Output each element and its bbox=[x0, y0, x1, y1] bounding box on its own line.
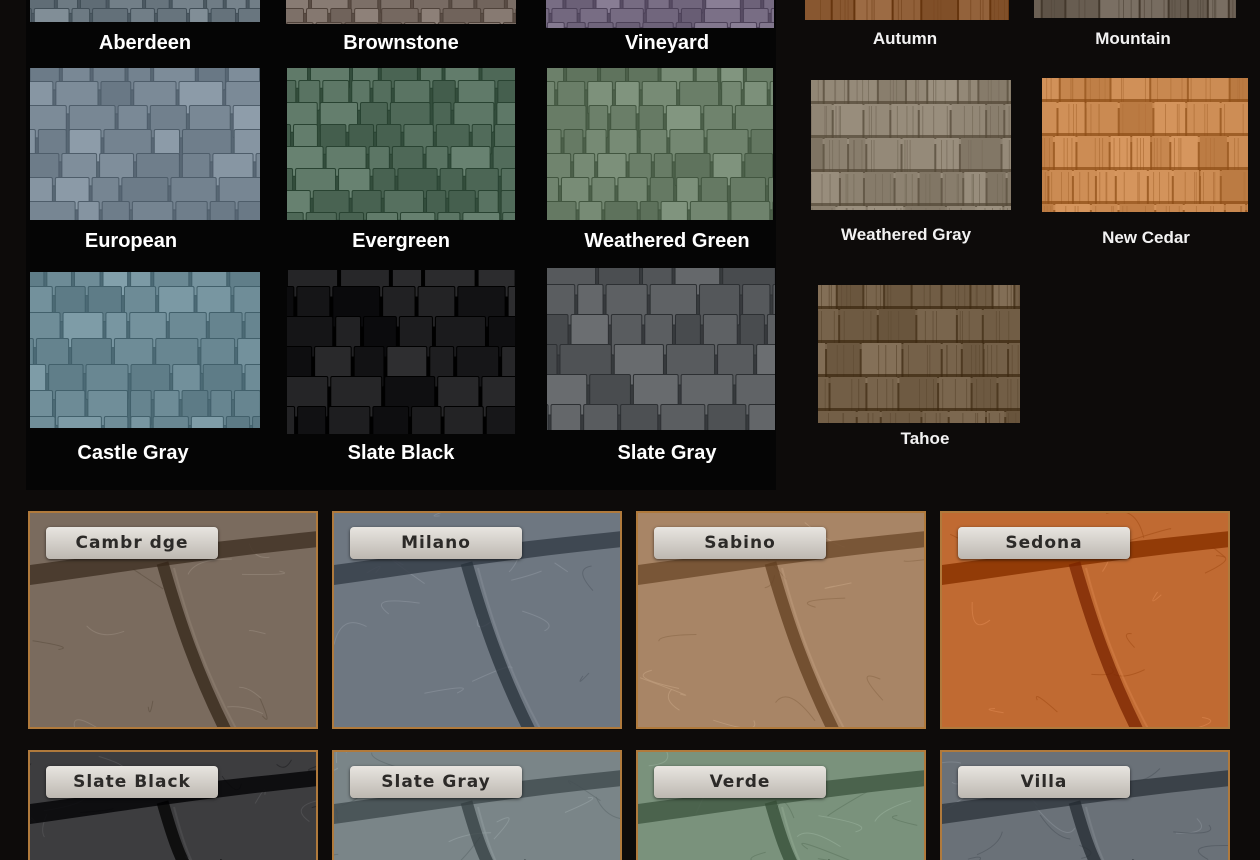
swatch-autumn[interactable] bbox=[805, 0, 1009, 20]
swatch-mountain[interactable] bbox=[1034, 0, 1236, 18]
stone-card-label: Slate Gray bbox=[350, 766, 522, 798]
swatch-label-castle-gray: Castle Gray bbox=[18, 442, 248, 465]
swatch-label-slate-gray: Slate Gray bbox=[546, 442, 788, 465]
swatch-new-cedar[interactable] bbox=[1042, 78, 1248, 212]
swatch-brownstone[interactable] bbox=[286, 0, 516, 24]
swatch-label-slate-black: Slate Black bbox=[286, 442, 516, 465]
swatch-label-brownstone: Brownstone bbox=[286, 32, 516, 55]
swatch-evergreen[interactable] bbox=[287, 68, 515, 220]
swatch-label-weathered-green: Weathered Green bbox=[546, 230, 788, 253]
stone-card-label: Villa bbox=[958, 766, 1130, 798]
swatch-castle-gray[interactable] bbox=[30, 272, 260, 428]
swatch-weathered-green[interactable] bbox=[547, 68, 773, 220]
stone-card-label: Milano bbox=[350, 527, 522, 559]
swatch-weathered-gray[interactable] bbox=[811, 80, 1011, 210]
stone-card-label: Cambr dge bbox=[46, 527, 218, 559]
stone-card-villa[interactable]: Villa bbox=[940, 750, 1230, 860]
swatch-label-vineyard: Vineyard bbox=[546, 32, 788, 55]
stone-card-sedona[interactable]: Sedona bbox=[940, 511, 1230, 729]
stone-card-cambr-dge[interactable]: Cambr dge bbox=[28, 511, 318, 729]
swatch-label-european: European bbox=[16, 230, 246, 253]
swatch-label-mountain: Mountain bbox=[1033, 29, 1233, 49]
swatch-vineyard[interactable] bbox=[546, 0, 774, 28]
stone-card-slate-gray[interactable]: Slate Gray bbox=[332, 750, 622, 860]
swatch-label-weathered-gray: Weathered Gray bbox=[806, 225, 1006, 245]
stone-card-label: Sabino bbox=[654, 527, 826, 559]
swatch-european[interactable] bbox=[30, 68, 260, 220]
stone-card-verde[interactable]: Verde bbox=[636, 750, 926, 860]
swatch-label-autumn: Autumn bbox=[805, 29, 1005, 49]
stone-card-sabino[interactable]: Sabino bbox=[636, 511, 926, 729]
swatch-label-new-cedar: New Cedar bbox=[1046, 228, 1246, 248]
swatch-tahoe[interactable] bbox=[818, 285, 1020, 423]
stone-card-label: Sedona bbox=[958, 527, 1130, 559]
swatch-aberdeen[interactable] bbox=[30, 0, 260, 22]
swatch-label-evergreen: Evergreen bbox=[286, 230, 516, 253]
stone-card-label: Verde bbox=[654, 766, 826, 798]
swatch-slate-gray[interactable] bbox=[547, 268, 775, 430]
swatch-label-aberdeen: Aberdeen bbox=[30, 32, 260, 55]
swatch-label-tahoe: Tahoe bbox=[825, 429, 1025, 449]
stone-card-label: Slate Black bbox=[46, 766, 218, 798]
stone-card-milano[interactable]: Milano bbox=[332, 511, 622, 729]
stone-card-slate-black[interactable]: Slate Black bbox=[28, 750, 318, 860]
swatch-slate-black[interactable] bbox=[287, 270, 515, 434]
